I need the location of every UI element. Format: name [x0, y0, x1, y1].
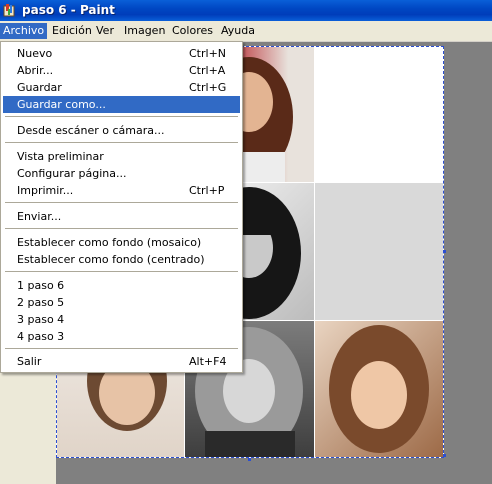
archivo-dropdown-menu: Nuevo Ctrl+N Abrir... Ctrl+A Guardar Ctr… — [0, 41, 243, 373]
menu-separator — [5, 202, 238, 203]
menu-separator — [5, 271, 238, 272]
canvas-resize-handle[interactable] — [248, 458, 251, 461]
menu-item-fondo-centrado[interactable]: Establecer como fondo (centrado) — [3, 251, 240, 268]
menu-item-recent-4[interactable]: 4 paso 3 — [3, 328, 240, 345]
menu-item-configurar-pagina[interactable]: Configurar página... — [3, 165, 240, 182]
menu-item-recent-1[interactable]: 1 paso 6 — [3, 277, 240, 294]
menu-item-imprimir[interactable]: Imprimir... Ctrl+P — [3, 182, 240, 199]
menu-separator — [5, 142, 238, 143]
menu-item-nuevo[interactable]: Nuevo Ctrl+N — [3, 45, 240, 62]
menu-ayuda[interactable]: Ayuda — [218, 23, 258, 39]
menu-item-desde-escaner[interactable]: Desde escáner o cámara... — [3, 122, 240, 139]
window-title: paso 6 - Paint — [22, 3, 115, 17]
canvas-resize-handle[interactable] — [443, 454, 446, 457]
menu-colores[interactable]: Colores — [169, 23, 216, 39]
menu-separator — [5, 348, 238, 349]
menu-item-guardar[interactable]: Guardar Ctrl+G — [3, 79, 240, 96]
menu-edicion[interactable]: Edición — [49, 23, 95, 39]
menu-separator — [5, 116, 238, 117]
canvas-resize-handle[interactable] — [443, 250, 446, 253]
menu-separator — [5, 228, 238, 229]
menu-item-vista-preliminar[interactable]: Vista preliminar — [3, 148, 240, 165]
menu-item-recent-2[interactable]: 2 paso 5 — [3, 294, 240, 311]
portrait-image — [329, 325, 429, 453]
title-bar: paso 6 - Paint — [0, 0, 492, 21]
menu-item-guardar-como[interactable]: Guardar como... — [3, 96, 240, 113]
menu-item-fondo-mosaico[interactable]: Establecer como fondo (mosaico) — [3, 234, 240, 251]
photo-tile — [315, 183, 443, 320]
menu-item-recent-3[interactable]: 3 paso 4 — [3, 311, 240, 328]
menu-item-enviar[interactable]: Enviar... — [3, 208, 240, 225]
paint-app-icon — [3, 4, 15, 17]
menu-bar: Archivo Edición Ver Imagen Colores Ayuda — [0, 21, 492, 42]
menu-archivo[interactable]: Archivo — [0, 23, 48, 39]
menu-ver[interactable]: Ver — [93, 23, 117, 39]
menu-imagen[interactable]: Imagen — [121, 23, 168, 39]
photo-tile — [315, 321, 443, 457]
menu-item-salir[interactable]: Salir Alt+F4 — [3, 353, 240, 370]
menu-item-abrir[interactable]: Abrir... Ctrl+A — [3, 62, 240, 79]
